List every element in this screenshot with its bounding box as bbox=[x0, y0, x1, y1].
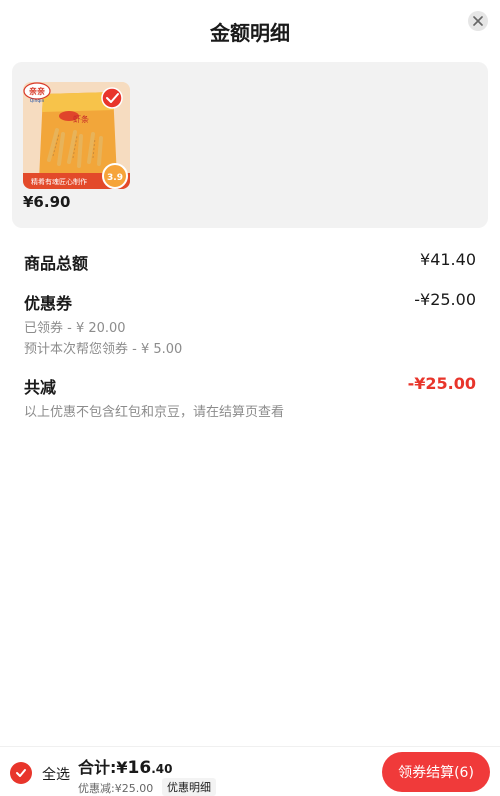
check-icon bbox=[16, 769, 26, 777]
total-int: 16 bbox=[127, 758, 152, 778]
select-all-checkbox[interactable] bbox=[10, 762, 32, 784]
discount-note: 以上优惠不包含红包和京豆，请在结算页查看 bbox=[24, 405, 285, 420]
package-price-badge: 3.9 bbox=[107, 173, 123, 183]
brand-logo-text-en: Qinqin bbox=[30, 98, 45, 104]
product-price: ¥6.90 bbox=[23, 193, 71, 211]
coupon-value: -¥25.00 bbox=[414, 290, 476, 309]
checkout-button[interactable]: 领券结算(6) bbox=[382, 752, 490, 792]
discount-amount: 优惠减:¥25.00 bbox=[78, 782, 154, 795]
goods-total-label: 商品总额 bbox=[24, 254, 89, 273]
close-button[interactable] bbox=[468, 11, 488, 31]
product-image: 亲亲 Qinqin 虾条 精肴有魂匠心制作 3.9 bbox=[23, 82, 130, 189]
goods-total-value: ¥41.40 bbox=[420, 250, 476, 269]
coupon-claimed: 已领券 - ¥ 20.00 bbox=[24, 321, 126, 336]
package-product-name: 虾条 bbox=[73, 114, 89, 124]
total-amount: 合计:¥16.40 bbox=[78, 754, 172, 778]
total-dec: .40 bbox=[151, 762, 173, 776]
coupon-label: 优惠券 bbox=[24, 294, 73, 313]
package-tagline: 精肴有魂匠心制作 bbox=[31, 177, 87, 186]
select-all-label[interactable]: 全选 bbox=[42, 764, 70, 784]
discount-detail-button[interactable]: 优惠明细 bbox=[162, 778, 216, 796]
total-prefix: 合计:¥ bbox=[78, 758, 128, 777]
brand-logo-text: 亲亲 bbox=[29, 86, 45, 96]
total-reduce-label: 共减 bbox=[24, 378, 57, 397]
coupon-estimated: 预计本次帮您领券 - ¥ 5.00 bbox=[24, 342, 183, 357]
product-thumbnail[interactable]: 亲亲 Qinqin 虾条 精肴有魂匠心制作 3.9 bbox=[23, 82, 130, 189]
total-reduce-value: -¥25.00 bbox=[407, 374, 476, 393]
modal-header: 金额明细 bbox=[0, 0, 500, 62]
product-card: 亲亲 Qinqin 虾条 精肴有魂匠心制作 3.9 ¥6.90 bbox=[12, 62, 488, 228]
modal-title: 金额明细 bbox=[210, 21, 290, 45]
close-icon bbox=[473, 16, 483, 26]
bottom-bar: 全选 合计:¥16.40 优惠减:¥25.00 优惠明细 领券结算(6) bbox=[0, 746, 500, 796]
